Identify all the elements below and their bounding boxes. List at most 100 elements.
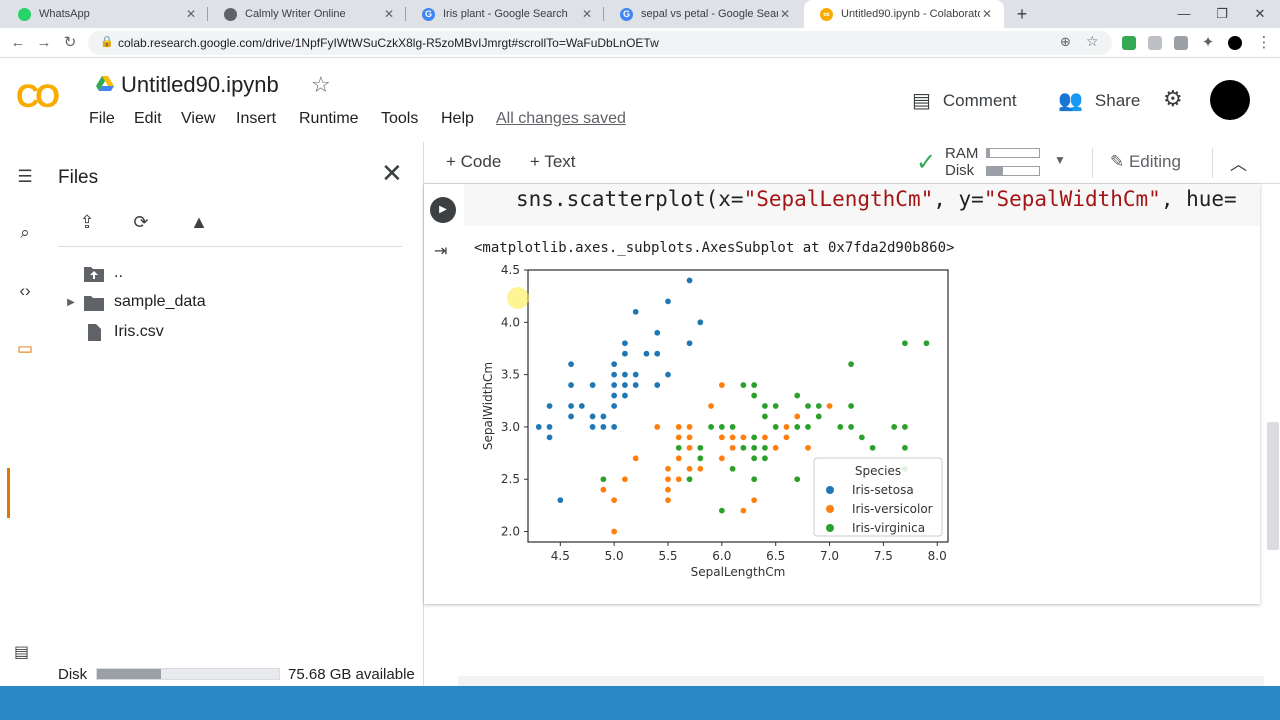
code-snippets-icon[interactable]: ‹›: [14, 280, 36, 302]
google-drive-icon[interactable]: [96, 76, 114, 92]
data-point: [621, 475, 629, 483]
refresh-folder-icon[interactable]: ⟳: [128, 212, 154, 236]
menu-edit[interactable]: Edit: [134, 110, 162, 128]
divider: [1212, 148, 1213, 178]
editing-mode-button[interactable]: ✎ Editing: [1110, 152, 1181, 172]
close-tab-icon[interactable]: ✕: [778, 7, 792, 21]
menu-runtime[interactable]: Runtime: [299, 110, 359, 128]
colab-logo[interactable]: CO: [16, 78, 60, 115]
data-point: [599, 486, 607, 494]
code-line[interactable]: sns.scatterplot(x="SepalLengthCm", y="Se…: [516, 187, 1280, 211]
back-arrow-icon[interactable]: ←: [8, 33, 28, 53]
menu-tools[interactable]: Tools: [381, 110, 418, 128]
save-status-link[interactable]: All changes saved: [496, 110, 626, 128]
data-point: [729, 433, 737, 441]
code-editor[interactable]: sns.scatterplot(x="SepalLengthCm", y="Se…: [464, 184, 1260, 226]
data-point: [610, 423, 618, 431]
browser-tab-colab[interactable]: ∞ Untitled90.ipynb - Colaboratory ✕: [804, 0, 1004, 28]
data-point: [567, 381, 575, 389]
ram-usage-fill: [987, 149, 990, 157]
new-tab-button[interactable]: +: [1012, 4, 1032, 24]
share-button[interactable]: 👥 Share: [1058, 88, 1140, 113]
active-indicator: [7, 468, 10, 518]
x-tick-label: 7.5: [874, 549, 893, 563]
menu-help[interactable]: Help: [441, 110, 474, 128]
file-row-iris-csv[interactable]: Iris.csv: [58, 319, 164, 345]
restore-window-icon[interactable]: ❐: [1212, 4, 1232, 24]
disk-label: Disk: [58, 666, 88, 683]
browser-tab-whatsapp[interactable]: WhatsApp ✕: [2, 0, 208, 28]
extensions-puzzle-icon[interactable]: ✦: [1198, 33, 1218, 53]
browser-menu-icon[interactable]: ⋮: [1254, 33, 1274, 53]
menu-view[interactable]: View: [181, 110, 215, 128]
ram-usage-bar: [986, 148, 1040, 158]
data-point: [782, 423, 790, 431]
data-point: [729, 423, 737, 431]
browser-tab-iris-plant[interactable]: G Iris plant - Google Search ✕: [406, 0, 604, 28]
extension-icon-green[interactable]: [1122, 36, 1136, 50]
data-point: [793, 475, 801, 483]
data-point: [901, 423, 909, 431]
data-point: [686, 475, 694, 483]
data-point: [621, 339, 629, 347]
add-text-button[interactable]: + Text: [530, 152, 576, 172]
run-cell-button[interactable]: ▶: [430, 197, 456, 223]
menu-insert[interactable]: Insert: [236, 110, 276, 128]
extension-icon-cloud[interactable]: [1148, 36, 1162, 50]
file-row-parent[interactable]: ..: [58, 260, 123, 286]
chevron-down-icon[interactable]: ▼: [1054, 153, 1066, 167]
close-tab-icon[interactable]: ✕: [580, 7, 594, 21]
data-point: [556, 496, 564, 504]
resources-button[interactable]: RAM Disk: [945, 145, 978, 179]
close-icon[interactable]: ✕: [381, 158, 403, 189]
comment-button[interactable]: ▤ Comment: [912, 88, 1017, 113]
bookmark-star-icon[interactable]: ☆: [1086, 33, 1099, 50]
minimize-window-icon[interactable]: —: [1174, 4, 1194, 24]
file-icon: [88, 323, 101, 341]
vertical-scrollbar-thumb[interactable]: [1267, 422, 1279, 550]
address-bar[interactable]: 🔒 colab.research.google.com/drive/1NpfFy…: [88, 31, 1112, 55]
add-code-button[interactable]: + Code: [446, 152, 501, 172]
data-point: [686, 276, 694, 284]
google-icon: G: [422, 7, 435, 21]
data-point: [610, 392, 618, 400]
notebook-title[interactable]: Untitled90.ipynb: [121, 72, 279, 98]
terminal-icon[interactable]: ▤: [14, 642, 29, 662]
star-icon[interactable]: ☆: [311, 72, 331, 98]
data-point: [686, 444, 694, 452]
close-tab-icon[interactable]: ✕: [184, 7, 198, 21]
browser-tab-sepal-vs-petal[interactable]: G sepal vs petal - Google Search ✕: [604, 0, 802, 28]
zoom-icon[interactable]: ⊕: [1060, 34, 1071, 50]
file-row-sample-data[interactable]: ▶ sample_data: [58, 289, 206, 315]
calmly-writer-icon: [224, 7, 237, 21]
browser-tab-strip: WhatsApp ✕ Calmly Writer Online ✕ G Iris…: [0, 0, 1280, 28]
data-point: [610, 371, 618, 379]
profile-avatar-small[interactable]: [1228, 36, 1242, 50]
upload-file-icon[interactable]: ⇪: [74, 212, 100, 236]
close-tab-icon[interactable]: ✕: [382, 7, 396, 21]
search-icon[interactable]: ⌕: [14, 222, 36, 244]
chevron-up-icon[interactable]: ︿: [1230, 150, 1247, 175]
data-point: [815, 412, 823, 420]
output-menu-icon[interactable]: ⇥: [434, 241, 447, 261]
disk-available-text: 75.68 GB available: [288, 666, 415, 683]
horizontal-scrollbar[interactable]: [458, 676, 1264, 686]
data-point: [836, 423, 844, 431]
data-point: [546, 402, 554, 410]
settings-gear-icon[interactable]: ⚙: [1163, 86, 1183, 112]
files-folder-icon[interactable]: ▭: [14, 338, 36, 360]
legend-marker: [826, 524, 834, 532]
forward-arrow-icon[interactable]: →: [34, 33, 54, 53]
browser-tab-calmly-writer[interactable]: Calmly Writer Online ✕: [208, 0, 406, 28]
expand-arrow-icon[interactable]: ▶: [58, 297, 84, 308]
lock-icon: 🔒: [100, 36, 114, 48]
reload-icon[interactable]: ↻: [60, 33, 80, 53]
data-point: [793, 392, 801, 400]
menu-file[interactable]: File: [89, 110, 115, 128]
user-avatar[interactable]: [1210, 80, 1250, 120]
close-window-icon[interactable]: ✕: [1250, 4, 1270, 24]
mount-drive-icon[interactable]: ▲: [186, 212, 212, 236]
extension-icon-c[interactable]: [1174, 36, 1188, 50]
table-of-contents-icon[interactable]: ☰: [14, 166, 36, 188]
close-tab-icon[interactable]: ✕: [980, 7, 994, 21]
